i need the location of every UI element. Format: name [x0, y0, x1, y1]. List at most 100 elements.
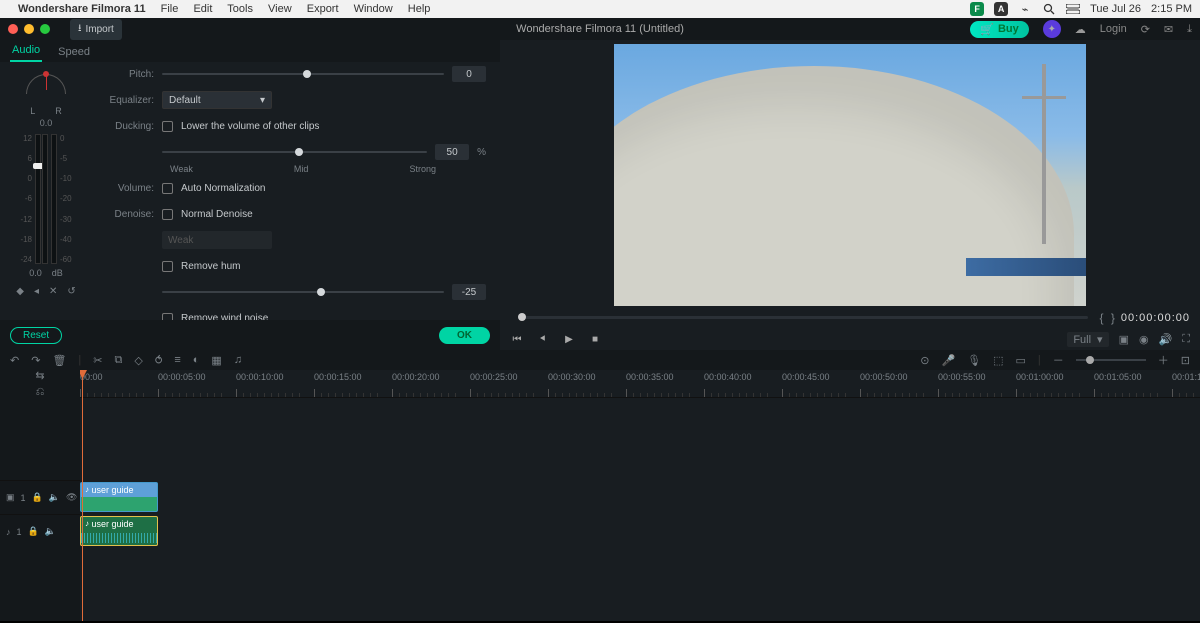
- mixer-icon[interactable]: ⬚: [993, 354, 1003, 367]
- stop-icon[interactable]: ■: [588, 334, 602, 345]
- ducking-slider[interactable]: [162, 151, 427, 153]
- cut-icon[interactable]: ✂: [93, 354, 102, 367]
- speed-icon[interactable]: ⥀: [155, 354, 163, 367]
- delete-icon[interactable]: 🗑: [52, 354, 66, 367]
- render-icon[interactable]: ▭: [1016, 354, 1026, 367]
- voiceover-icon[interactable]: 🎙: [967, 354, 981, 367]
- ruler-tick: 00:00:30:00: [548, 370, 618, 397]
- eye-icon[interactable]: 👁: [66, 492, 77, 503]
- keyframe-del-icon[interactable]: ✕: [49, 286, 57, 297]
- pitch-value[interactable]: 0: [452, 66, 486, 82]
- status-app-icon[interactable]: F: [970, 2, 984, 16]
- vu-fader[interactable]: [35, 134, 41, 264]
- zoom-slider[interactable]: [1076, 359, 1146, 361]
- adjust-icon[interactable]: ≡: [174, 354, 180, 366]
- timeline-nav-icon-1[interactable]: ⇆: [35, 369, 44, 382]
- keyframe-prev-icon[interactable]: ◂: [34, 286, 39, 297]
- mic-icon[interactable]: 🎤: [941, 354, 955, 367]
- menu-file[interactable]: File: [161, 3, 179, 15]
- timeline-ruler[interactable]: 00:0000:00:05:0000:00:10:0000:00:15:0000…: [80, 370, 1200, 398]
- equalizer-select[interactable]: Default ▾: [162, 91, 272, 109]
- remove-hum-slider[interactable]: [162, 291, 444, 293]
- snapshot-icon[interactable]: ▣: [1119, 333, 1129, 346]
- fullscreen-icon[interactable]: ⛶: [1182, 333, 1190, 346]
- login-link[interactable]: Login: [1100, 23, 1127, 35]
- prev-frame-icon[interactable]: ⏮: [510, 334, 524, 345]
- menu-window[interactable]: Window: [354, 3, 393, 15]
- menu-tools[interactable]: Tools: [227, 3, 253, 15]
- menubar-time[interactable]: 2:15 PM: [1151, 3, 1192, 15]
- audio-track-row[interactable]: ♪ user guide: [80, 514, 1200, 548]
- balance-indicator[interactable]: [26, 74, 66, 104]
- refresh-icon[interactable]: ⟳: [1141, 23, 1150, 36]
- ducking-value[interactable]: 50: [435, 144, 469, 160]
- video-preview[interactable]: [614, 44, 1086, 306]
- close-window-icon[interactable]: [8, 24, 18, 34]
- mail-icon[interactable]: ✉: [1164, 23, 1173, 36]
- marker-icon[interactable]: ◇: [134, 354, 142, 367]
- sparkle-icon[interactable]: ✦: [1043, 20, 1061, 38]
- ok-button[interactable]: OK: [439, 327, 490, 344]
- menu-help[interactable]: Help: [408, 3, 431, 15]
- playhead[interactable]: [82, 370, 83, 621]
- undo-icon[interactable]: ↶: [10, 354, 19, 367]
- menu-export[interactable]: Export: [307, 3, 339, 15]
- control-center-icon[interactable]: [1066, 2, 1080, 16]
- window-controls[interactable]: [8, 24, 50, 34]
- video-track-row[interactable]: ♪ user guide: [80, 480, 1200, 514]
- audio-mixer-icon[interactable]: ♫: [234, 354, 242, 366]
- auto-normalize-checkbox[interactable]: [162, 183, 173, 194]
- audio-clip[interactable]: ♪ user guide: [80, 516, 158, 546]
- scrub-bar[interactable]: [518, 316, 1088, 319]
- zoom-window-icon[interactable]: [40, 24, 50, 34]
- reset-button[interactable]: Reset: [10, 327, 62, 344]
- ruler-label: 00:00:45:00: [782, 370, 852, 382]
- zoom-out-icon[interactable]: －: [1053, 352, 1064, 368]
- mute-icon[interactable]: 🔈: [45, 526, 56, 537]
- mute-icon[interactable]: 🔈: [49, 492, 60, 503]
- video-clip[interactable]: ♪ user guide: [80, 482, 158, 512]
- buy-button[interactable]: 🛒 Buy: [970, 21, 1028, 38]
- audio-track-head[interactable]: ♪ 1 🔒 🔈: [0, 514, 80, 548]
- tab-speed[interactable]: Speed: [56, 42, 92, 62]
- normal-denoise-checkbox[interactable]: [162, 209, 173, 220]
- zoom-fit-icon[interactable]: ⊡: [1181, 354, 1190, 367]
- play-icon[interactable]: ▶: [562, 334, 576, 345]
- ruler-tick: 00:01:10:00: [1172, 370, 1200, 397]
- marker-braces: { }: [1100, 311, 1117, 325]
- menu-app-name[interactable]: Wondershare Filmora 11: [18, 3, 146, 15]
- green-screen-icon[interactable]: ▦: [211, 354, 221, 367]
- import-button[interactable]: ⭳ Import: [70, 19, 122, 40]
- keyframe-reset-icon[interactable]: ↺: [67, 286, 75, 297]
- spotlight-icon[interactable]: [1042, 2, 1056, 16]
- menu-edit[interactable]: Edit: [193, 3, 212, 15]
- cloud-icon[interactable]: ☁: [1075, 23, 1086, 36]
- preview-quality-select[interactable]: Full ▾: [1067, 332, 1108, 347]
- denoise-strength-select[interactable]: Weak: [162, 231, 272, 249]
- keyframe-add-icon[interactable]: ◆: [16, 286, 24, 297]
- status-a-icon[interactable]: A: [994, 2, 1008, 16]
- bluetooth-icon[interactable]: ⌁: [1018, 2, 1032, 16]
- ducking-checkbox[interactable]: [162, 121, 173, 132]
- zoom-in-icon[interactable]: ＋: [1158, 352, 1169, 368]
- pitch-slider[interactable]: [162, 73, 444, 75]
- remove-hum-checkbox[interactable]: [162, 261, 173, 272]
- camera-icon[interactable]: ◉: [1139, 333, 1149, 346]
- remove-wind-checkbox[interactable]: [162, 313, 173, 321]
- tab-audio[interactable]: Audio: [10, 40, 42, 62]
- crop-icon[interactable]: ⧉: [114, 354, 122, 367]
- redo-icon[interactable]: ↷: [31, 354, 40, 367]
- color-icon[interactable]: ◐: [193, 354, 200, 366]
- video-track-head[interactable]: ▣ 1 🔒 🔈 👁: [0, 480, 80, 514]
- menubar-date[interactable]: Tue Jul 26: [1090, 3, 1141, 15]
- record-icon[interactable]: ⊙: [920, 354, 929, 367]
- lock-icon[interactable]: 🔒: [32, 492, 43, 503]
- remove-hum-value[interactable]: -25: [452, 284, 486, 300]
- upload-icon[interactable]: ⤓: [1187, 23, 1192, 36]
- scale-r-0: 0: [60, 134, 64, 143]
- step-back-icon[interactable]: ⯇: [536, 334, 550, 345]
- minimize-window-icon[interactable]: [24, 24, 34, 34]
- menu-view[interactable]: View: [268, 3, 292, 15]
- volume-icon[interactable]: 🔊: [1159, 333, 1173, 346]
- lock-icon[interactable]: 🔒: [28, 526, 39, 537]
